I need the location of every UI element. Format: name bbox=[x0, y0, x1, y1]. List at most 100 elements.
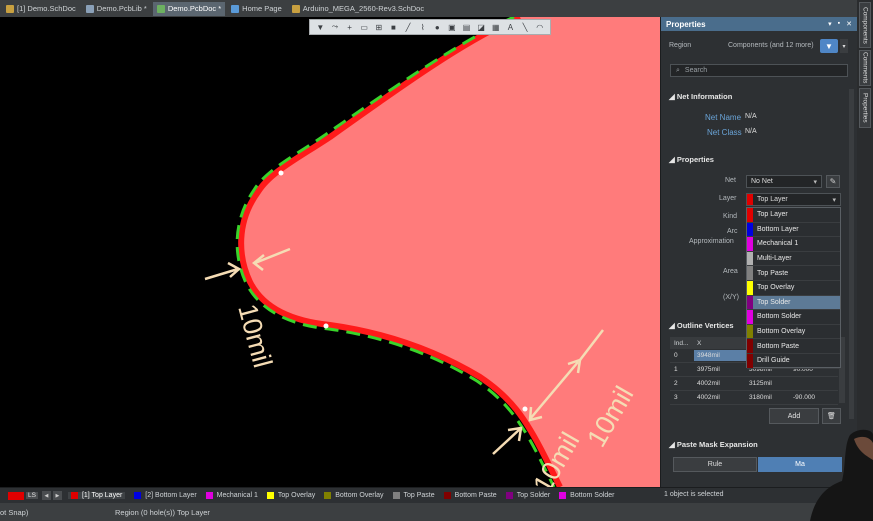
layer-color-swatch bbox=[505, 492, 513, 499]
outline-vertices-header[interactable]: ◢ Outline Vertices bbox=[669, 321, 734, 330]
document-tab[interactable]: Arduino_MEGA_2560-Rev3.SchDoc bbox=[288, 2, 428, 16]
layer-color-swatch bbox=[747, 237, 753, 251]
layer-tab[interactable]: [1] Top Layer bbox=[67, 492, 126, 499]
properties-section-header[interactable]: ◢ Properties bbox=[669, 155, 714, 164]
side-tab-comments[interactable]: Comments bbox=[859, 50, 871, 86]
table-row[interactable]: 3 4002mil 3180mil -90.000 bbox=[670, 391, 838, 405]
document-tab-label: Demo.PcbLib * bbox=[96, 4, 147, 13]
layer-tab[interactable]: Bottom Solder bbox=[559, 492, 615, 499]
layer-option[interactable]: Bottom Solder bbox=[747, 310, 840, 325]
edit-net-button[interactable]: ✎ bbox=[826, 175, 840, 188]
layer-option[interactable]: Drill Guide bbox=[747, 353, 840, 369]
layer-tab[interactable]: Top Paste bbox=[392, 492, 435, 499]
vertex-x-cell[interactable]: 4002mil bbox=[694, 380, 746, 387]
layer-tab[interactable]: Bottom Paste bbox=[443, 492, 497, 499]
float-icon[interactable]: ▪ bbox=[838, 20, 840, 28]
layer-color-swatch bbox=[559, 492, 567, 499]
arc-icon[interactable]: ◠ bbox=[535, 22, 545, 32]
region-icon[interactable]: ■ bbox=[388, 22, 398, 32]
layer-next-button[interactable]: ▶ bbox=[52, 491, 62, 500]
filter-icon[interactable]: ▼ bbox=[315, 22, 325, 32]
close-icon[interactable]: ✕ bbox=[846, 20, 852, 28]
side-tab-properties[interactable]: Properties bbox=[859, 88, 871, 128]
vertex-x-cell[interactable]: 3948mil bbox=[694, 350, 746, 361]
layer-tab[interactable]: Bottom Overlay bbox=[324, 492, 384, 499]
column-header-index[interactable]: Ind... bbox=[670, 340, 694, 347]
vertex-handle[interactable] bbox=[522, 406, 528, 412]
line-icon[interactable]: ╲ bbox=[520, 22, 530, 32]
layer-color-swatch bbox=[134, 492, 142, 499]
pin-icon[interactable]: ▾ bbox=[828, 20, 832, 28]
layer-option[interactable]: Multi-Layer bbox=[747, 251, 840, 267]
filter-button[interactable]: ▼ bbox=[820, 39, 838, 53]
search-input[interactable]: ⌕ Search bbox=[670, 64, 848, 77]
layer-select[interactable]: Top Layer ▾ bbox=[746, 193, 841, 206]
paste-mask-header[interactable]: ◢ Paste Mask Expansion bbox=[669, 440, 758, 449]
document-tab[interactable]: Demo.PcbLib * bbox=[82, 2, 151, 16]
layer-tab-label: Mechanical 1 bbox=[216, 492, 258, 499]
cross-icon[interactable]: + bbox=[345, 22, 355, 32]
vertex-angle-cell[interactable]: -90.000 bbox=[790, 394, 838, 401]
object-type-label: Region bbox=[669, 42, 692, 49]
table-row[interactable]: 2 4002mil 3125mil bbox=[670, 377, 838, 391]
chevron-down-icon: ▾ bbox=[832, 197, 836, 204]
select-rect-icon[interactable]: ▭ bbox=[359, 22, 369, 32]
pcb-canvas[interactable]: 10mil 10mil 10mil ▼ ⤳ + ▭ ⊞ ■ ╱ ⌇ ● ▣ ▤ … bbox=[0, 17, 660, 487]
vertex-y-cell[interactable]: 3180mil bbox=[746, 394, 790, 401]
layer-tab-label: Bottom Solder bbox=[570, 492, 615, 499]
graph-icon[interactable]: ◪ bbox=[476, 22, 486, 32]
measure-icon[interactable]: ▦ bbox=[491, 22, 501, 32]
side-tab-components[interactable]: Components bbox=[859, 2, 871, 48]
layer-option[interactable]: Bottom Layer bbox=[747, 222, 840, 238]
vertex-y-cell[interactable]: 3125mil bbox=[746, 380, 790, 387]
layer-option[interactable]: Top Overlay bbox=[747, 280, 840, 296]
layer-color-swatch bbox=[747, 222, 753, 237]
layer-color-swatch bbox=[747, 251, 753, 266]
layer-option[interactable]: Mechanical 1 bbox=[747, 237, 840, 252]
vertex-index-cell: 1 bbox=[674, 366, 678, 373]
snap-status: ot Snap) bbox=[0, 507, 29, 517]
vertex-handle[interactable] bbox=[323, 323, 329, 329]
align-icon[interactable]: ⊞ bbox=[374, 22, 384, 32]
document-tab[interactable]: Home Page bbox=[227, 2, 286, 16]
pcb-region-drawing: 10mil 10mil 10mil bbox=[204, 17, 660, 487]
layer-tab[interactable]: Top Overlay bbox=[266, 492, 315, 499]
layer-option[interactable]: Bottom Paste bbox=[747, 339, 840, 354]
text-icon[interactable]: A bbox=[505, 22, 515, 32]
layer-option[interactable]: Top Layer bbox=[747, 208, 840, 223]
net-information-header[interactable]: ◢ Net Information bbox=[669, 92, 732, 101]
layer-set-button[interactable]: LS bbox=[26, 492, 38, 499]
filter-dropdown-button[interactable]: ▾ bbox=[840, 39, 848, 53]
layer-color-swatch bbox=[70, 492, 78, 499]
layer-option[interactable]: Top Solder bbox=[747, 295, 840, 311]
panel-scrollbar[interactable] bbox=[849, 89, 854, 419]
vertex-x-cell[interactable]: 3975mil bbox=[694, 366, 746, 373]
vertex-handle[interactable] bbox=[278, 170, 284, 176]
layer-option[interactable]: Bottom Overlay bbox=[747, 324, 840, 340]
panel-title: Properties bbox=[666, 19, 706, 29]
layer-option[interactable]: Top Paste bbox=[747, 266, 840, 281]
layer-prev-button[interactable]: ◀ bbox=[41, 491, 51, 500]
via-icon[interactable]: ● bbox=[432, 22, 442, 32]
polygon-icon[interactable]: ▣ bbox=[447, 22, 457, 32]
document-tab[interactable]: [1] Demo.SchDoc bbox=[2, 2, 80, 16]
bar-icon[interactable]: ▤ bbox=[462, 22, 472, 32]
filter-summary: Components (and 12 more) bbox=[728, 42, 814, 49]
layer-color-swatch bbox=[205, 492, 213, 499]
vertex-x-cell[interactable]: 4002mil bbox=[694, 394, 746, 401]
route-icon[interactable]: ⤳ bbox=[330, 22, 340, 32]
layer-tab[interactable]: Top Solder bbox=[505, 492, 550, 499]
bus-icon[interactable]: ⌇ bbox=[418, 22, 428, 32]
presenter-overlay bbox=[810, 429, 873, 521]
layer-tab[interactable]: [2] Bottom Layer bbox=[134, 492, 197, 499]
current-layer-swatch[interactable] bbox=[8, 491, 24, 500]
layer-tab[interactable]: Mechanical 1 bbox=[205, 492, 258, 499]
layer-tab-label: [1] Top Layer bbox=[81, 492, 123, 499]
layer-option-label: Multi-Layer bbox=[757, 255, 792, 263]
rule-option[interactable]: Rule bbox=[673, 457, 757, 472]
net-select[interactable]: No Net ▾ bbox=[746, 175, 822, 188]
document-icon bbox=[231, 4, 240, 13]
column-header-x[interactable]: X bbox=[694, 340, 746, 347]
document-tab[interactable]: Demo.PcbDoc * bbox=[152, 1, 226, 16]
track-icon[interactable]: ╱ bbox=[403, 22, 413, 32]
